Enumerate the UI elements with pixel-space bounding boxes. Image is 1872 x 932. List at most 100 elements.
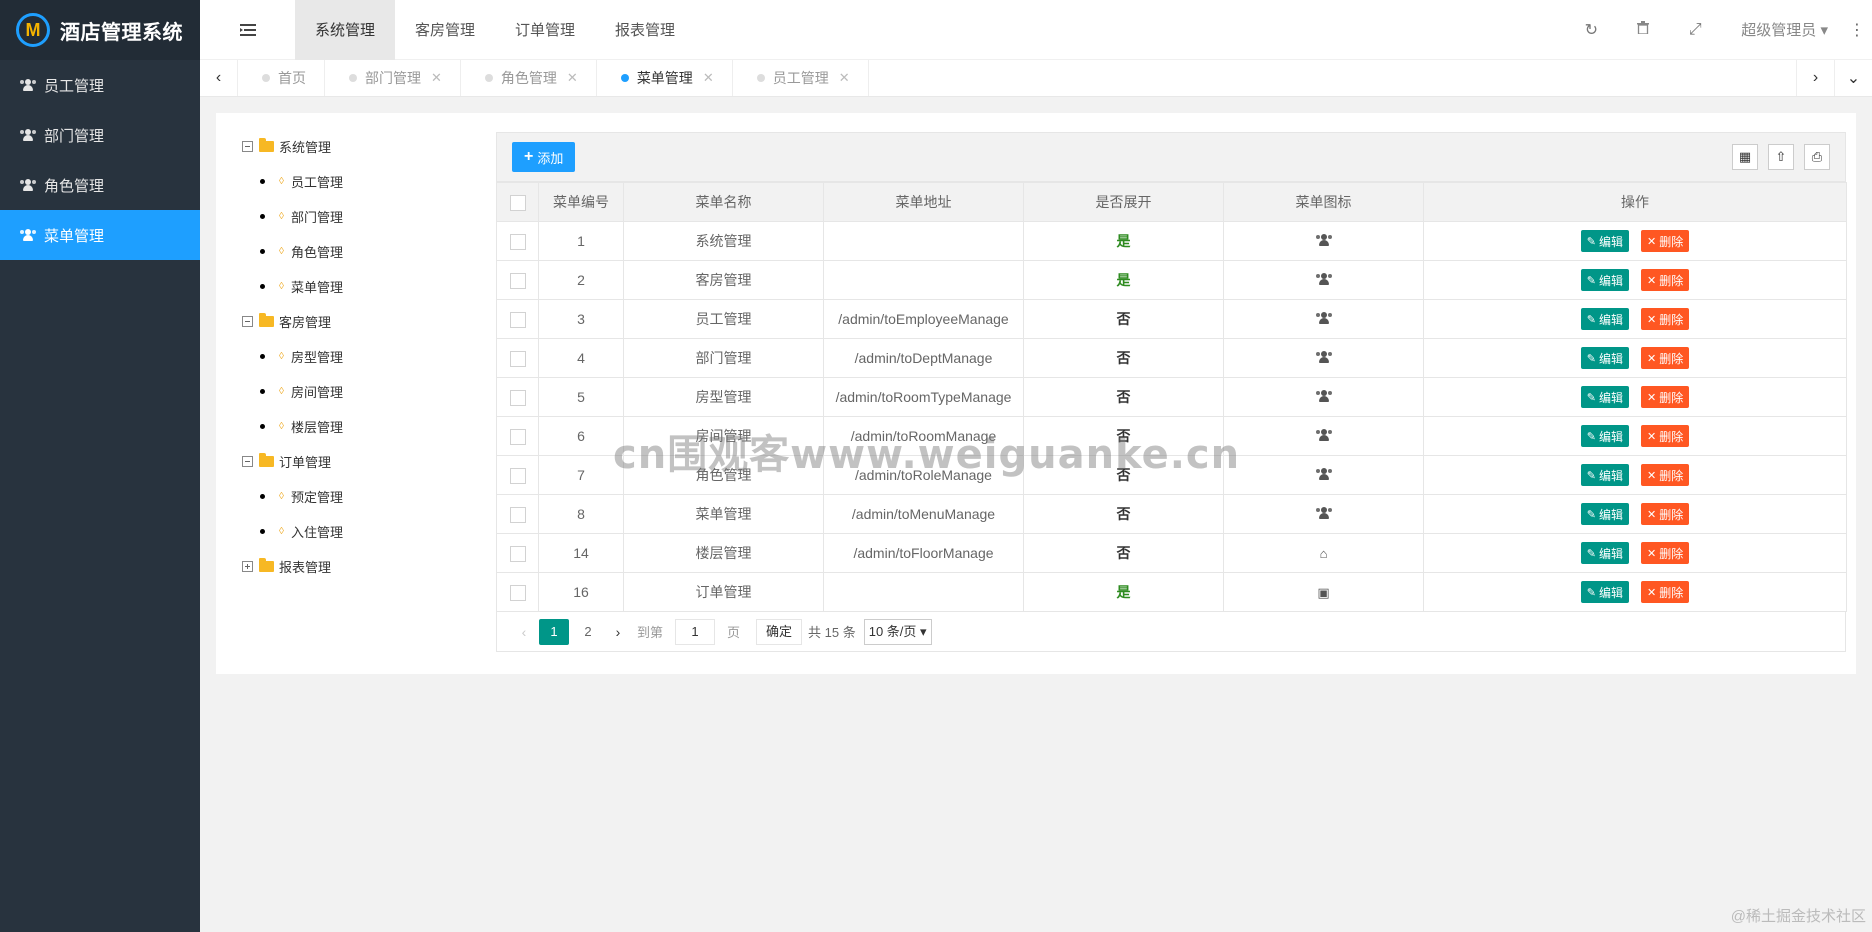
columns-filter-icon[interactable]: ▦ bbox=[1732, 144, 1758, 170]
delete-button[interactable]: ✕ 删除 bbox=[1641, 503, 1690, 525]
row-checkbox[interactable] bbox=[509, 233, 526, 250]
tree-node[interactable]: 订单管理 bbox=[242, 444, 462, 479]
delete-button[interactable]: ✕ 删除 bbox=[1641, 347, 1690, 369]
tab-item[interactable]: 菜单管理 ✕ bbox=[597, 60, 733, 96]
row-checkbox[interactable] bbox=[509, 584, 526, 601]
tab-item[interactable]: 员工管理 ✕ bbox=[733, 60, 869, 96]
row-checkbox[interactable] bbox=[509, 350, 526, 367]
goto-confirm-button[interactable]: 确定 bbox=[756, 618, 803, 645]
tabs-left-arrow-icon[interactable]: ‹ bbox=[200, 60, 238, 96]
trash-icon[interactable] bbox=[1617, 20, 1669, 39]
edit-button[interactable]: ✎ 编辑 bbox=[1580, 269, 1629, 291]
tree-leaf[interactable]: ◊ 角色管理 bbox=[242, 234, 462, 269]
edit-button[interactable]: ✎ 编辑 bbox=[1580, 386, 1629, 408]
bullet-icon bbox=[260, 529, 265, 534]
tree-leaf-label: 部门管理 bbox=[290, 210, 343, 225]
user-menu[interactable]: 超级管理员 ▾ bbox=[1721, 19, 1842, 40]
edit-button[interactable]: ✎ 编辑 bbox=[1580, 581, 1629, 603]
tree-leaf[interactable]: ◊ 入住管理 bbox=[242, 514, 462, 549]
prev-page-icon[interactable]: ‹ bbox=[511, 624, 537, 640]
delete-button[interactable]: ✕ 删除 bbox=[1641, 386, 1690, 408]
more-icon[interactable]: ⋮ bbox=[1842, 20, 1872, 40]
refresh-icon[interactable]: ↻ bbox=[1565, 20, 1617, 40]
edit-button[interactable]: ✎ 编辑 bbox=[1580, 464, 1629, 486]
add-button[interactable]: + 添加 bbox=[512, 142, 576, 172]
logo[interactable]: M 酒店管理系统 bbox=[0, 0, 200, 60]
close-icon[interactable]: ✕ bbox=[839, 70, 850, 86]
delete-button[interactable]: ✕ 删除 bbox=[1641, 308, 1690, 330]
menu-id-cell: 8 bbox=[538, 494, 624, 534]
tree-leaf[interactable]: ◊ 员工管理 bbox=[242, 164, 462, 199]
row-checkbox[interactable] bbox=[509, 506, 526, 523]
page-number[interactable]: 2 bbox=[573, 619, 603, 645]
next-page-icon[interactable]: › bbox=[605, 624, 631, 640]
leaf-icon: ◊ bbox=[279, 211, 284, 222]
menu-open-cell: 否 bbox=[1023, 377, 1224, 417]
sidebar-item-2[interactable]: 部门管理 bbox=[0, 110, 200, 160]
menu-open-cell: 是 bbox=[1023, 572, 1224, 612]
tabs-right-arrow-icon[interactable]: › bbox=[1796, 60, 1834, 96]
edit-button[interactable]: ✎ 编辑 bbox=[1580, 425, 1629, 447]
close-icon: ✕ bbox=[1647, 391, 1657, 404]
edit-button[interactable]: ✎ 编辑 bbox=[1580, 347, 1629, 369]
tab-dot-icon bbox=[756, 74, 765, 82]
delete-button[interactable]: ✕ 删除 bbox=[1641, 230, 1690, 252]
header-nav-item[interactable]: 系统管理 bbox=[295, 0, 396, 60]
tree-node[interactable]: 系统管理 bbox=[242, 129, 462, 164]
tree-leaf[interactable]: ◊ 预定管理 bbox=[242, 479, 462, 514]
tree-leaf[interactable]: ◊ 部门管理 bbox=[242, 199, 462, 234]
page-number[interactable]: 1 bbox=[539, 618, 569, 645]
edit-button[interactable]: ✎ 编辑 bbox=[1580, 230, 1629, 252]
close-icon[interactable]: ✕ bbox=[567, 70, 578, 86]
export-icon[interactable]: ⇧ bbox=[1768, 144, 1794, 170]
row-checkbox[interactable] bbox=[509, 467, 526, 484]
delete-button[interactable]: ✕ 删除 bbox=[1641, 464, 1690, 486]
tab-dot-icon bbox=[349, 74, 357, 82]
pencil-icon: ✎ bbox=[1586, 430, 1596, 443]
row-checkbox[interactable] bbox=[509, 545, 526, 562]
delete-button[interactable]: ✕ 删除 bbox=[1641, 542, 1690, 564]
header-nav-item[interactable]: 客房管理 bbox=[395, 0, 495, 60]
tree-node[interactable]: 报表管理 bbox=[242, 549, 462, 584]
delete-button[interactable]: ✕ 删除 bbox=[1641, 269, 1690, 291]
collapse-icon[interactable] bbox=[242, 316, 253, 327]
sidebar-item-1[interactable]: 员工管理 bbox=[0, 60, 200, 110]
tab-item[interactable]: 角色管理 ✕ bbox=[461, 60, 597, 96]
close-icon[interactable]: ✕ bbox=[703, 70, 714, 86]
table-header-row: 菜单编号 菜单名称 菜单地址 是否展开 菜单图标 操作 bbox=[496, 182, 1847, 222]
tree-leaf[interactable]: ◊ 房间管理 bbox=[242, 374, 462, 409]
select-all-checkbox[interactable] bbox=[509, 194, 526, 211]
bullet-icon bbox=[260, 284, 265, 289]
edit-button[interactable]: ✎ 编辑 bbox=[1580, 308, 1629, 330]
edit-button[interactable]: ✎ 编辑 bbox=[1580, 542, 1629, 564]
header-nav-item[interactable]: 报表管理 bbox=[595, 0, 695, 60]
row-checkbox[interactable] bbox=[509, 389, 526, 406]
row-checkbox[interactable] bbox=[509, 272, 526, 289]
tree-leaf[interactable]: ◊ 楼层管理 bbox=[242, 409, 462, 444]
row-select-cell bbox=[496, 221, 539, 261]
collapse-icon[interactable] bbox=[242, 456, 253, 467]
goto-page-input[interactable]: 1 bbox=[675, 618, 716, 645]
tabs-dropdown-icon[interactable]: ⌄ bbox=[1834, 60, 1872, 96]
edit-button[interactable]: ✎ 编辑 bbox=[1580, 503, 1629, 525]
expand-icon[interactable] bbox=[242, 561, 253, 572]
fullscreen-icon[interactable]: ⤢ bbox=[1669, 21, 1721, 39]
sidebar-item-4[interactable]: 菜单管理 bbox=[0, 210, 200, 260]
delete-button[interactable]: ✕ 删除 bbox=[1641, 581, 1690, 603]
row-checkbox[interactable] bbox=[509, 311, 526, 328]
tree-leaf[interactable]: ◊ 菜单管理 bbox=[242, 269, 462, 304]
tab-item[interactable]: 部门管理 ✕ bbox=[325, 60, 461, 96]
tree-node[interactable]: 客房管理 bbox=[242, 304, 462, 339]
delete-button[interactable]: ✕ 删除 bbox=[1641, 425, 1690, 447]
tab-item[interactable]: 首页 bbox=[238, 60, 325, 96]
sidebar-item-3[interactable]: 角色管理 bbox=[0, 160, 200, 210]
menu-toggle-icon[interactable] bbox=[200, 0, 295, 60]
row-checkbox[interactable] bbox=[509, 428, 526, 445]
page-size-select[interactable]: 10 条/页 ▾ bbox=[863, 618, 932, 645]
header-nav-item[interactable]: 订单管理 bbox=[495, 0, 595, 60]
row-select-cell bbox=[496, 338, 539, 378]
collapse-icon[interactable] bbox=[242, 141, 253, 152]
tree-leaf[interactable]: ◊ 房型管理 bbox=[242, 339, 462, 374]
close-icon[interactable]: ✕ bbox=[431, 70, 442, 86]
print-icon[interactable]: ⎙ bbox=[1804, 144, 1830, 170]
